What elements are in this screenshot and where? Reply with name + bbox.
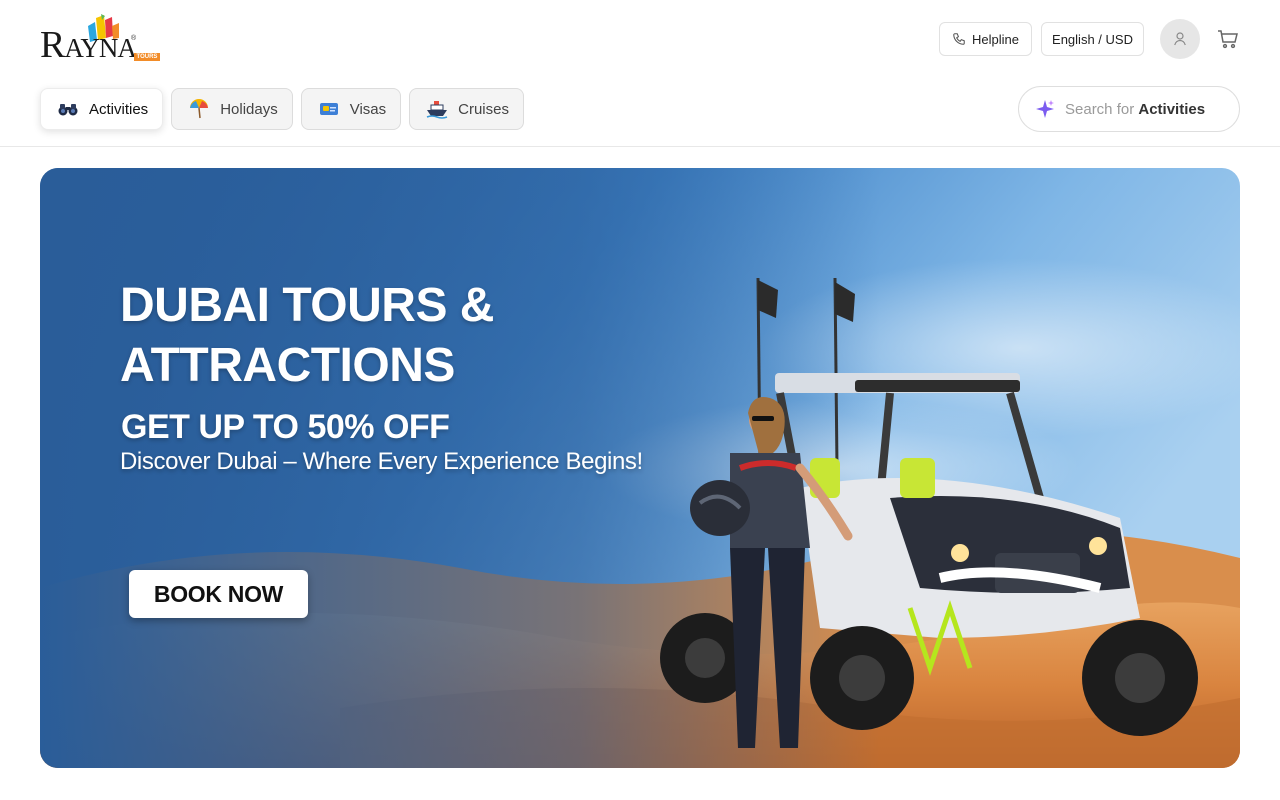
cart-button[interactable] — [1214, 25, 1242, 53]
tab-label: Visas — [349, 100, 387, 118]
binoculars-icon — [57, 98, 79, 120]
search-keyword: Activities — [1138, 100, 1206, 118]
passport-icon — [318, 98, 340, 120]
tab-holidays[interactable]: Holidays — [171, 88, 293, 130]
tab-visas[interactable]: Visas — [300, 88, 402, 130]
helpline-label: Helpline — [972, 31, 1019, 47]
hero-banner[interactable]: DUBAI TOURS & ATTRACTIONS GET UP TO 50% … — [40, 168, 1240, 768]
hero-title: DUBAI TOURS & ATTRACTIONS — [120, 276, 640, 396]
logo-registered-mark: ® — [131, 35, 137, 42]
language-currency-label: English / USD — [1052, 31, 1133, 47]
logo-wordmark: RAYNA — [40, 24, 137, 66]
cart-icon — [1218, 30, 1238, 49]
logo-badge: TOURS — [134, 53, 160, 61]
rayna-tours-logo[interactable]: RAYNA ® TOURS — [40, 14, 162, 64]
hero-offer: GET UP TO 50% OFF — [121, 408, 450, 446]
tab-activities[interactable]: Activities — [40, 88, 164, 130]
category-tabs: Activities Holidays Visas Cruises — [40, 88, 524, 130]
tab-label: Cruises — [458, 100, 509, 118]
tab-label: Activities — [89, 100, 149, 118]
account-button[interactable] — [1160, 19, 1200, 59]
search-placeholder: Search for Activities — [1065, 101, 1205, 118]
umbrella-icon — [188, 98, 210, 120]
search-input[interactable]: Search for Activities — [1018, 86, 1240, 132]
user-icon — [1174, 32, 1186, 46]
tab-cruises[interactable]: Cruises — [409, 88, 524, 130]
phone-icon — [953, 33, 965, 45]
search-prefix: Search for — [1065, 100, 1135, 118]
ship-icon — [426, 98, 448, 120]
sparkle-icon — [1036, 100, 1054, 118]
hero-title-line-2: ATTRACTIONS — [120, 339, 455, 392]
hero-subtitle: Discover Dubai – Where Every Experience … — [120, 448, 643, 475]
book-now-button[interactable]: BOOK NOW — [129, 570, 308, 618]
helpline-button[interactable]: Helpline — [939, 22, 1032, 56]
site-header: RAYNA ® TOURS Helpline English / USD Act… — [0, 0, 1280, 147]
tab-label: Holidays — [220, 100, 278, 118]
language-currency-button[interactable]: English / USD — [1041, 22, 1144, 56]
hero-title-line-1: DUBAI TOURS & — [120, 279, 494, 332]
